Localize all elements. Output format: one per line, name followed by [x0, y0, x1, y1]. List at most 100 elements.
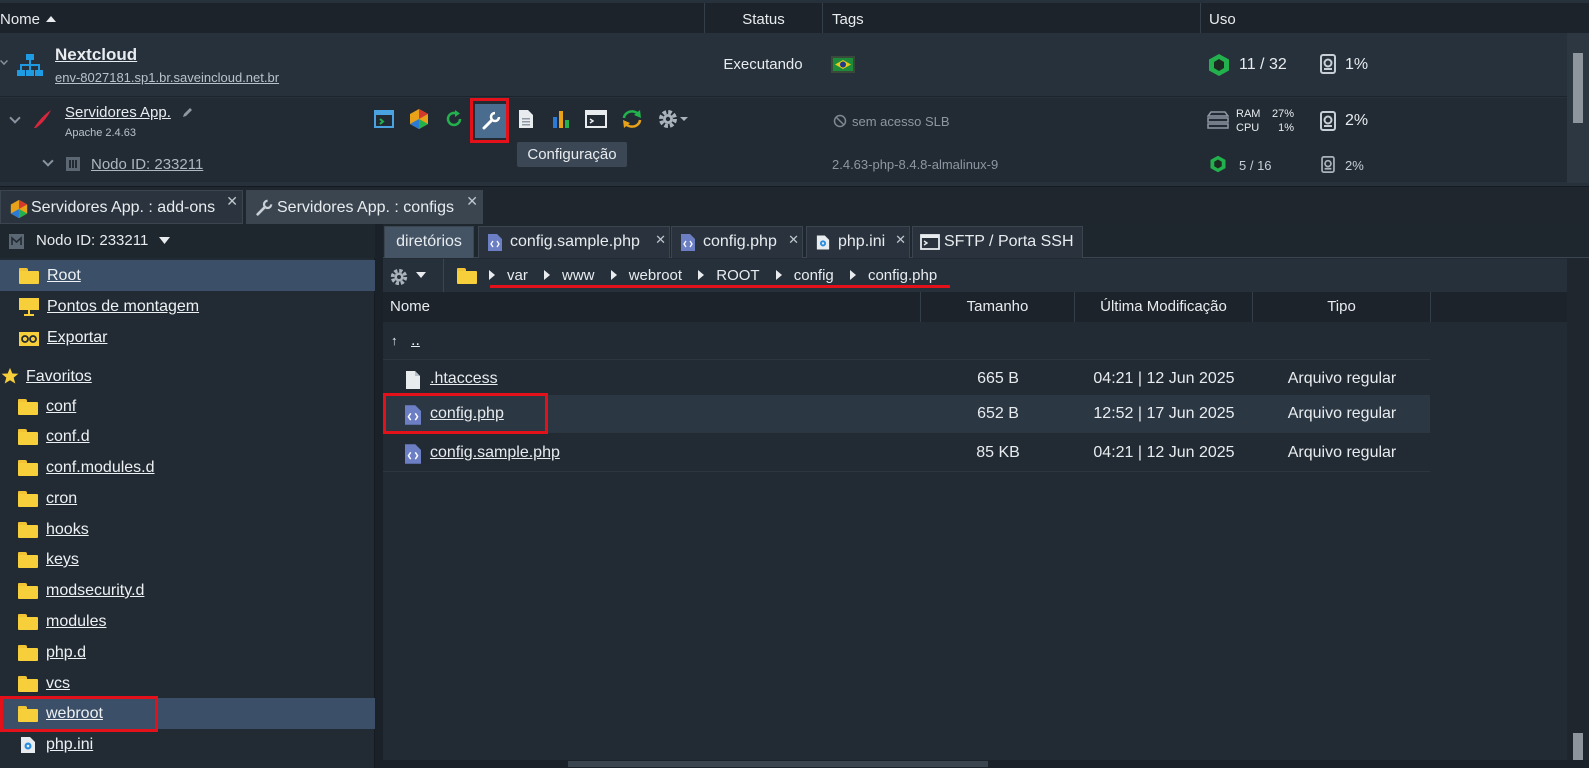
logs-button[interactable]	[513, 106, 539, 132]
env-cloudlets-value: 11 / 32	[1239, 56, 1287, 73]
file-size: 85 KB	[976, 444, 1020, 461]
col-name-header[interactable]: Nome	[0, 3, 704, 33]
tab-config-sample-php[interactable]: config.sample.php ✕	[478, 226, 670, 258]
app-server-row[interactable]: Servidores App. Apache 2.4.63 sem acesso…	[0, 98, 1589, 148]
file-list-hscrollbar[interactable]	[383, 760, 1589, 768]
collapse-node-icon[interactable]	[42, 155, 54, 167]
table-row[interactable]: config.sample.php 85 KB 04:21 | 12 Jun 2…	[383, 434, 1430, 472]
col-type[interactable]: Tipo	[1253, 292, 1431, 322]
addons-button[interactable]	[406, 106, 432, 132]
breadcrumb-item[interactable]: webroot	[629, 267, 682, 284]
breadcrumb-item[interactable]: var	[507, 267, 528, 284]
col-label: Nome	[390, 298, 431, 315]
sidebar-item-root[interactable]: Root	[0, 260, 375, 291]
favorite-folder-item[interactable]: vcs	[0, 668, 375, 699]
env-scrollbar[interactable]	[1567, 33, 1589, 183]
favorite-folder-item[interactable]: modsecurity.d	[0, 575, 375, 606]
chevron-down-icon[interactable]	[416, 272, 426, 278]
env-scrollbar-thumb[interactable]	[1573, 53, 1583, 123]
environment-table: Nome Status Tags Uso Nextcloud env-80271…	[0, 0, 1589, 186]
close-configs-tab-icon[interactable]: ✕	[466, 191, 478, 211]
tab-addons[interactable]: Servidores App. : add-ons ✕	[0, 190, 243, 224]
php-file-icon	[681, 234, 695, 251]
col-usage-header[interactable]: Uso	[1200, 3, 1589, 33]
scrollbar-thumb[interactable]	[1573, 733, 1583, 761]
parent-directory-row[interactable]: ↑ ..	[383, 322, 1430, 360]
breadcrumb-arrow-icon	[544, 270, 551, 280]
col-tags-header[interactable]: Tags	[822, 3, 1200, 33]
file-list-scrollbar[interactable]	[1567, 258, 1589, 768]
file-type: Arquivo regular	[1287, 444, 1397, 461]
folder-label: conf.modules.d	[46, 459, 155, 476]
favorite-folder-item[interactable]: cron	[0, 483, 375, 514]
disk-icon	[1320, 54, 1336, 74]
apache-feather-icon	[34, 110, 51, 128]
favorite-folder-item[interactable]: modules	[0, 606, 375, 637]
favorite-folder-item[interactable]: php.d	[0, 637, 375, 668]
folder-icon	[19, 268, 39, 284]
node-selector[interactable]: Nodo ID: 233211	[0, 224, 375, 258]
breadcrumb-item[interactable]: www	[562, 267, 595, 284]
web-ssh-button[interactable]	[371, 106, 397, 132]
tab-label: config.sample.php	[510, 233, 640, 250]
edit-pencil-icon[interactable]	[182, 106, 194, 118]
breadcrumb-item[interactable]: config.php	[868, 267, 937, 284]
node-cloudlets-value: 5 / 16	[1239, 158, 1272, 173]
favorite-folder-item[interactable]: conf	[0, 391, 375, 422]
php-file-icon	[405, 444, 421, 464]
web-terminal-icon	[585, 110, 607, 128]
environment-domain-link[interactable]: env-8027181.sp1.br.saveincloud.net.br	[55, 70, 279, 85]
statistics-button[interactable]	[548, 106, 574, 132]
app-server-name-link[interactable]: Servidores App.	[65, 104, 171, 121]
tab-php-ini[interactable]: php.ini ✕	[806, 226, 910, 258]
close-tab-icon[interactable]: ✕	[788, 225, 799, 255]
tab-sftp-ssh[interactable]: SFTP / Porta SSH	[912, 226, 1083, 258]
file-table-header: Nome Tamanho Última Modificação Tipo	[383, 292, 1589, 322]
tab-directories[interactable]: diretórios	[384, 226, 474, 258]
ram-value: 27%	[1271, 108, 1294, 120]
close-tab-icon[interactable]: ✕	[655, 225, 666, 255]
folder-label: conf	[46, 398, 77, 415]
node-id-link[interactable]: Nodo ID: 233211	[91, 156, 203, 173]
file-modified: 04:21 | 12 Jun 2025	[1093, 444, 1235, 461]
col-modified[interactable]: Última Modificação	[1075, 292, 1253, 322]
favorites-header[interactable]: Favoritos	[0, 361, 375, 392]
hscrollbar-thumb[interactable]	[568, 761, 988, 767]
favorite-folder-item[interactable]: keys	[0, 544, 375, 575]
collapse-env-icon[interactable]	[0, 57, 8, 65]
col-size[interactable]: Tamanho	[921, 292, 1075, 322]
sidebar-splitter[interactable]	[375, 224, 383, 768]
addons-puzzle-icon	[10, 199, 28, 219]
restart-button[interactable]	[441, 106, 467, 132]
environment-topology-icon	[17, 54, 43, 76]
node-row[interactable]: Nodo ID: 233211 2.4.63-php-8.4.8-almalin…	[0, 148, 1589, 182]
breadcrumb-item[interactable]: config	[794, 267, 834, 284]
web-terminal-button[interactable]	[583, 106, 609, 132]
tab-configs[interactable]: Servidores App. : configs ✕	[246, 190, 483, 224]
config-button-highlight	[470, 98, 509, 143]
tab-config-php[interactable]: config.php ✕	[671, 226, 803, 258]
folder-icon	[18, 583, 38, 599]
close-tab-icon[interactable]: ✕	[895, 225, 906, 255]
favorite-folder-item[interactable]: conf.d	[0, 421, 375, 452]
favorite-folder-item[interactable]: hooks	[0, 514, 375, 545]
collapse-app-icon[interactable]	[9, 112, 21, 124]
col-file-name[interactable]: Nome	[383, 292, 921, 322]
col-status-header[interactable]: Status	[704, 3, 822, 33]
restart-icon	[446, 110, 462, 127]
sidebar-item-mount-points[interactable]: Pontos de montagem	[0, 291, 375, 322]
node-version-tag: 2.4.63-php-8.4.8-almalinux-9	[832, 157, 999, 172]
settings-dropdown-button[interactable]	[654, 106, 692, 132]
environment-name-link[interactable]: Nextcloud	[55, 45, 137, 65]
sidebar-item-export[interactable]: Exportar	[0, 322, 375, 353]
environment-row[interactable]: Nextcloud env-8027181.sp1.br.saveincloud…	[0, 33, 1589, 97]
favorite-folder-item[interactable]: conf.modules.d	[0, 452, 375, 483]
redeploy-button[interactable]	[619, 106, 645, 132]
breadcrumb-item[interactable]: ROOT	[716, 267, 759, 284]
favorite-file-item[interactable]: php.ini	[0, 729, 375, 760]
cloudlets-icon	[1209, 54, 1229, 76]
php-file-icon	[488, 234, 502, 251]
close-addons-tab-icon[interactable]: ✕	[226, 191, 238, 211]
chevron-down-icon	[159, 237, 170, 244]
folder-icon	[18, 522, 38, 538]
